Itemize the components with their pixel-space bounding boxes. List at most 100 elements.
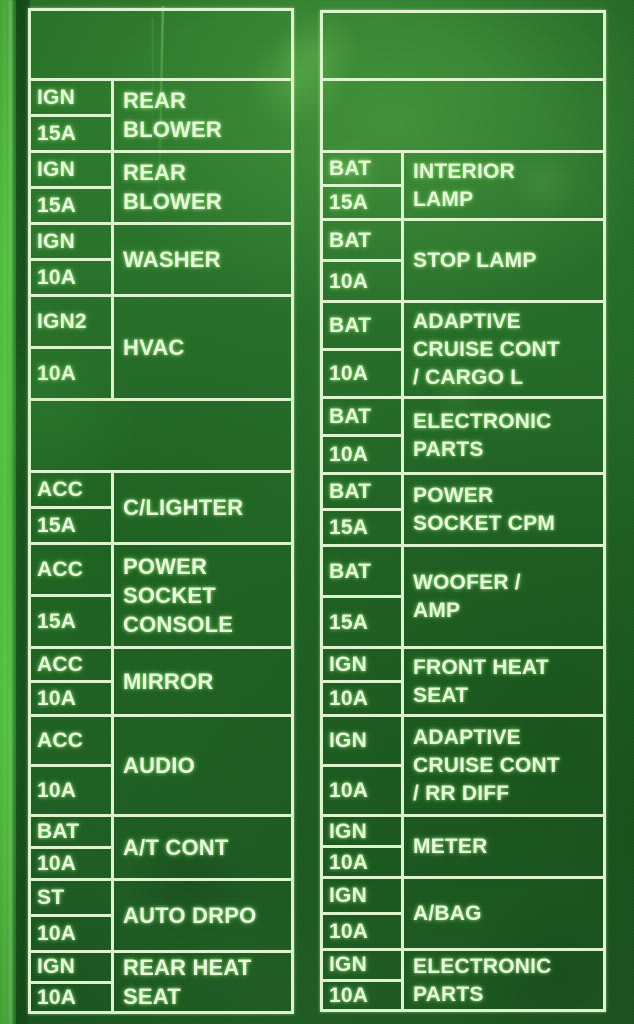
fuse-amperage-label: 10A <box>37 687 77 710</box>
fuse-amperage-label: 10A <box>37 922 77 945</box>
circuit-description-cell: ADAPTIVE CRUISE CONT / RR DIFF <box>404 717 603 814</box>
fuse-rating-cell: ACC 15A <box>31 473 114 542</box>
fuse-amperage-cell: 10A <box>323 982 401 1010</box>
circuit-description-cell: A/BAG <box>404 879 603 948</box>
fuse-row: ACC 15A C/LIGHTER <box>31 473 291 545</box>
fuse-amperage-label: 15A <box>37 194 77 217</box>
circuit-source-cell: IGN <box>31 953 111 984</box>
fuse-table-left: IGN 15A REAR BLOWER IGN 15A REAR BLOWER IGN 10A WA… <box>28 8 294 1014</box>
circuit-description-line: REAR <box>123 88 187 113</box>
circuit-source-cell: ACC <box>31 649 111 683</box>
fuse-rating-cell: IGN 10A <box>323 649 404 714</box>
circuit-source-label: BAT <box>329 559 372 583</box>
fuse-row: IGN 10A WASHER <box>31 225 291 297</box>
circuit-description-line: CONSOLE <box>123 611 234 637</box>
fuse-row: IGN 15A REAR BLOWER <box>31 81 291 153</box>
circuit-source-label: IGN <box>329 884 367 907</box>
circuit-description-line: PARTS <box>413 982 484 1006</box>
fuse-row: BAT 15A POWER SOCKET CPM <box>323 475 603 547</box>
fuse-row: IGN2 10A HVAC <box>31 297 291 401</box>
fuse-row-empty <box>323 81 603 153</box>
fuse-row: BAT 10A ELECTRONIC PARTS <box>323 399 603 475</box>
circuit-description-line: PARTS <box>413 438 484 461</box>
fuse-amperage-label: 15A <box>329 516 369 539</box>
fuse-table-left-rows: IGN 15A REAR BLOWER IGN 15A REAR BLOWER IGN 10A WA… <box>31 11 291 1011</box>
fuse-amperage-cell: 10A <box>323 848 401 876</box>
circuit-source-label: IGN <box>37 955 75 979</box>
fuse-amperage-label: 10A <box>329 443 369 466</box>
fuse-row: BAT 10A A/T CONT <box>31 817 291 881</box>
circuit-description-line: / CARGO L <box>413 366 524 389</box>
circuit-source-label: BAT <box>37 820 80 843</box>
circuit-description-cell: POWER SOCKET CONSOLE <box>114 545 291 646</box>
circuit-description-line: REAR HEAT <box>123 954 252 980</box>
fuse-amperage-label: 10A <box>37 985 77 1009</box>
circuit-source-label: ACC <box>37 478 84 501</box>
circuit-source-cell: IGN <box>323 717 401 767</box>
circuit-source-cell: IGN <box>323 817 401 848</box>
fuse-rating-cell: ACC 10A <box>31 717 114 814</box>
fuse-amperage-cell: 15A <box>323 511 401 544</box>
fuse-rating-cell: IGN 10A <box>31 225 114 294</box>
fuse-row: BAT 10A STOP LAMP <box>323 221 603 303</box>
fuse-amperage-label: 15A <box>329 191 369 214</box>
fuse-rating-cell: IGN 10A <box>323 879 404 948</box>
fuse-row: ACC 15A POWER SOCKET CONSOLE <box>31 545 291 649</box>
circuit-source-label: BAT <box>329 314 372 337</box>
circuit-source-cell: BAT <box>31 817 111 849</box>
fuse-rating-cell: ST 10A <box>31 881 114 950</box>
circuit-description-line: CRUISE CONT <box>413 754 560 777</box>
fuse-row: IGN 10A A/BAG <box>323 879 603 951</box>
fuse-rating-cell: BAT 15A <box>323 153 404 218</box>
circuit-source-cell: IGN <box>323 879 401 915</box>
fuse-row: IGN 10A METER <box>323 817 603 879</box>
circuit-source-cell: BAT <box>323 547 401 598</box>
circuit-description-line: LAMP <box>413 188 474 211</box>
circuit-description-cell: POWER SOCKET CPM <box>404 475 603 544</box>
fuse-amperage-label: 15A <box>37 514 77 537</box>
circuit-source-label: IGN <box>37 86 75 109</box>
circuit-description-line: AUDIO <box>123 752 195 778</box>
circuit-description-line: MIRROR <box>123 668 214 694</box>
fuse-row: IGN 10A ADAPTIVE CRUISE CONT / RR DIFF <box>323 717 603 817</box>
circuit-source-label: IGN <box>329 819 367 843</box>
circuit-source-cell: BAT <box>323 221 401 262</box>
fuse-amperage-label: 15A <box>329 610 369 634</box>
fuse-row: ST 10A AUTO DRPO <box>31 881 291 953</box>
fuse-amperage-label: 10A <box>329 687 369 710</box>
circuit-description-line: C/LIGHTER <box>123 494 244 520</box>
circuit-source-label: BAT <box>329 480 372 503</box>
fuse-amperage-label: 10A <box>37 266 77 289</box>
circuit-description-cell: ELECTRONIC PARTS <box>404 399 603 472</box>
circuit-source-cell: ACC <box>31 717 111 767</box>
circuit-description-line: AMP <box>413 599 461 622</box>
fuse-amperage-label: 10A <box>37 362 77 385</box>
fuse-row-empty <box>31 11 291 81</box>
circuit-description-line: A/T CONT <box>123 834 229 860</box>
circuit-source-label: IGN <box>329 953 367 977</box>
fuse-row: BAT 15A INTERIOR LAMP <box>323 153 603 221</box>
circuit-description-line: POWER <box>123 553 208 579</box>
circuit-source-label: ACC <box>37 729 84 752</box>
circuit-description-line: AUTO DRPO <box>123 902 257 928</box>
fuse-box-label-photo: IGN 15A REAR BLOWER IGN 15A REAR BLOWER IGN 10A WA… <box>0 0 634 1024</box>
fuse-row: ACC 10A MIRROR <box>31 649 291 717</box>
fuse-rating-cell: BAT 10A <box>323 221 404 300</box>
circuit-description-line: INTERIOR <box>413 160 515 183</box>
circuit-source-label: BAT <box>329 405 372 428</box>
circuit-description-line: / RR DIFF <box>413 782 510 805</box>
fuse-amperage-label: 10A <box>329 362 369 385</box>
fuse-row: ACC 10A AUDIO <box>31 717 291 817</box>
circuit-description-line: HVAC <box>123 334 185 360</box>
circuit-description-line: SOCKET CPM <box>413 512 556 535</box>
fuse-table-right: BAT 15A INTERIOR LAMP BAT 10A STOP LAMP BAT 10A A… <box>320 10 606 1012</box>
circuit-description-cell: FRONT HEAT SEAT <box>404 649 603 714</box>
circuit-description-cell: METER <box>404 817 603 876</box>
circuit-description-line: STOP LAMP <box>413 249 537 272</box>
fuse-rating-cell: BAT 10A <box>323 399 404 472</box>
circuit-source-label: IGN2 <box>37 310 87 333</box>
fuse-amperage-cell: 10A <box>31 261 111 294</box>
circuit-source-cell: IGN <box>323 951 401 982</box>
circuit-description-line: POWER <box>413 484 494 507</box>
fuse-amperage-label: 15A <box>37 610 77 633</box>
